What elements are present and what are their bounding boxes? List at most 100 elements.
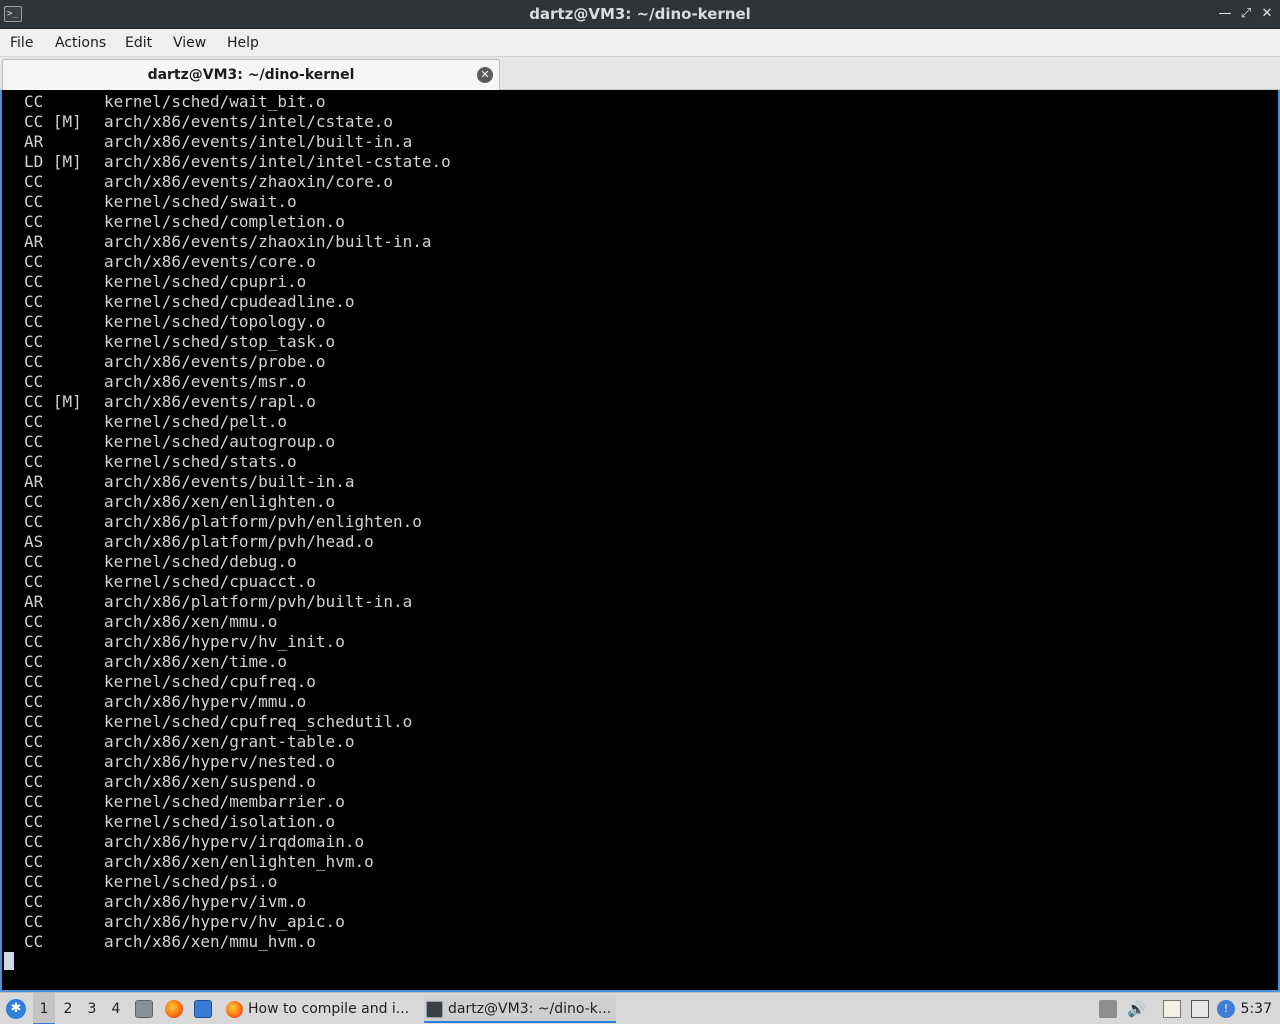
update-notifier-icon[interactable]: ! [1217, 1000, 1235, 1018]
terminal-line: CC kernel/sched/debug.o [24, 552, 451, 572]
desktop-4[interactable]: 4 [105, 993, 127, 1024]
firefox-icon[interactable] [165, 1000, 183, 1018]
terminal-line: CC arch/x86/hyperv/hv_apic.o [24, 912, 451, 932]
lubuntu-start-icon[interactable]: ✱ [6, 999, 26, 1019]
task-label: dartz@VM3: ~/dino-k... [448, 1001, 612, 1017]
build-path: kernel/sched/autogroup.o [104, 432, 336, 451]
terminal-line: CC arch/x86/xen/grant-table.o [24, 732, 451, 752]
removable-media-icon[interactable] [1099, 1000, 1117, 1018]
network-icon[interactable] [1191, 1000, 1209, 1018]
volume-icon[interactable]: 🔊 [1127, 1000, 1146, 1018]
terminal-line: CC arch/x86/xen/mmu.o [24, 612, 451, 632]
build-path: kernel/sched/cpufreq.o [104, 672, 316, 691]
build-path: kernel/sched/swait.o [104, 192, 297, 211]
file-manager-icon[interactable] [135, 1000, 153, 1018]
minimize-icon[interactable]: — [1216, 5, 1234, 23]
close-icon[interactable]: ✕ [1258, 5, 1276, 23]
terminal-line: CC arch/x86/hyperv/hv_init.o [24, 632, 451, 652]
build-command: CC [24, 372, 44, 391]
build-command: CC [24, 312, 44, 331]
terminal-line: CC arch/x86/events/msr.o [24, 372, 451, 392]
tab-label: dartz@VM3: ~/dino-kernel [147, 67, 355, 83]
tab-terminal[interactable]: dartz@VM3: ~/dino-kernel ✕ [2, 59, 500, 90]
terminal-line: CC arch/x86/xen/enlighten.o [24, 492, 451, 512]
build-path: kernel/sched/psi.o [104, 872, 278, 891]
menu-file[interactable]: File [10, 29, 33, 57]
build-command: CC [24, 272, 44, 291]
build-command: CC [24, 612, 44, 631]
close-circle-icon[interactable]: ✕ [477, 67, 493, 83]
build-path: arch/x86/events/probe.o [104, 352, 326, 371]
build-path: arch/x86/events/core.o [104, 252, 316, 271]
task-terminal[interactable]: dartz@VM3: ~/dino-k... [424, 995, 616, 1023]
build-command: CC [24, 792, 44, 811]
build-command: AR [24, 472, 44, 491]
build-path: arch/x86/xen/enlighten_hvm.o [104, 852, 374, 871]
build-command: CC [24, 492, 44, 511]
window-titlebar[interactable]: >_ dartz@VM3: ~/dino-kernel — ⤢ ✕ [0, 0, 1280, 29]
build-command: AR [24, 132, 44, 151]
show-desktop-icon[interactable] [194, 1000, 212, 1018]
terminal-line: CC arch/x86/events/zhaoxin/core.o [24, 172, 451, 192]
build-command: CC [24, 712, 44, 731]
clipboard-icon[interactable] [1163, 1000, 1181, 1018]
build-command: CC [24, 212, 44, 231]
terminal-cursor [4, 952, 14, 970]
menu-edit[interactable]: Edit [125, 29, 152, 57]
terminal-output[interactable]: CC kernel/sched/wait_bit.o CC [M] arch/x86/… [0, 90, 1280, 992]
build-path: arch/x86/platform/pvh/built-in.a [104, 592, 413, 611]
desktop-1[interactable]: 1 [33, 993, 55, 1024]
build-command: CC [24, 252, 44, 271]
build-path: kernel/sched/cpupri.o [104, 272, 307, 291]
build-command: AR [24, 592, 44, 611]
build-path: arch/x86/platform/pvh/head.o [104, 532, 374, 551]
desktop-3[interactable]: 3 [81, 993, 103, 1024]
terminal-line: CC kernel/sched/stop_task.o [24, 332, 451, 352]
terminal-line: CC kernel/sched/topology.o [24, 312, 451, 332]
menu-help[interactable]: Help [227, 29, 259, 57]
desktop-2[interactable]: 2 [57, 993, 79, 1024]
build-command: CC [M] [24, 112, 82, 131]
terminal-line: CC kernel/sched/cpufreq.o [24, 672, 451, 692]
tab-bar: dartz@VM3: ~/dino-kernel ✕ [0, 57, 1280, 90]
build-command: CC [24, 412, 44, 431]
build-path: arch/x86/hyperv/mmu.o [104, 692, 307, 711]
build-command: CC [24, 932, 44, 951]
build-path: arch/x86/events/msr.o [104, 372, 307, 391]
build-command: CC [24, 512, 44, 531]
menu-bar: File Actions Edit View Help [0, 29, 1280, 57]
menu-actions[interactable]: Actions [55, 29, 106, 57]
terminal-line: CC kernel/sched/isolation.o [24, 812, 451, 832]
build-path: kernel/sched/topology.o [104, 312, 326, 331]
task-firefox[interactable]: How to compile and i... [224, 995, 414, 1023]
terminal-line: LD [M] arch/x86/events/intel/intel-cstate… [24, 152, 451, 172]
build-path: arch/x86/events/intel/intel-cstate.o [104, 152, 451, 171]
menu-view[interactable]: View [173, 29, 206, 57]
build-path: kernel/sched/cpufreq_schedutil.o [104, 712, 413, 731]
terminal-line: CC arch/x86/platform/pvh/enlighten.o [24, 512, 451, 532]
terminal-line: CC kernel/sched/cpudeadline.o [24, 292, 451, 312]
restore-icon[interactable]: ⤢ [1237, 5, 1255, 23]
build-path: arch/x86/platform/pvh/enlighten.o [104, 512, 422, 531]
build-command: CC [24, 92, 44, 111]
terminal-line: CC kernel/sched/autogroup.o [24, 432, 451, 452]
clock[interactable]: 5:37 [1241, 993, 1272, 1024]
terminal-line: AR arch/x86/platform/pvh/built-in.a [24, 592, 451, 612]
build-command: CC [24, 872, 44, 891]
build-command: AS [24, 532, 44, 551]
terminal-line: CC arch/x86/events/core.o [24, 252, 451, 272]
build-path: arch/x86/xen/mmu_hvm.o [104, 932, 316, 951]
task-label: How to compile and i... [248, 1001, 410, 1017]
build-command: CC [24, 192, 44, 211]
terminal-line: CC kernel/sched/cpufreq_schedutil.o [24, 712, 451, 732]
terminal-line: CC arch/x86/hyperv/irqdomain.o [24, 832, 451, 852]
build-path: arch/x86/events/intel/built-in.a [104, 132, 413, 151]
terminal-line: AR arch/x86/events/zhaoxin/built-in.a [24, 232, 451, 252]
build-path: kernel/sched/debug.o [104, 552, 297, 571]
build-path: kernel/sched/pelt.o [104, 412, 288, 431]
build-command: CC [M] [24, 392, 82, 411]
build-path: arch/x86/events/built-in.a [104, 472, 355, 491]
build-path: kernel/sched/cpudeadline.o [104, 292, 355, 311]
terminal-line: CC kernel/sched/completion.o [24, 212, 451, 232]
build-command: CC [24, 432, 44, 451]
